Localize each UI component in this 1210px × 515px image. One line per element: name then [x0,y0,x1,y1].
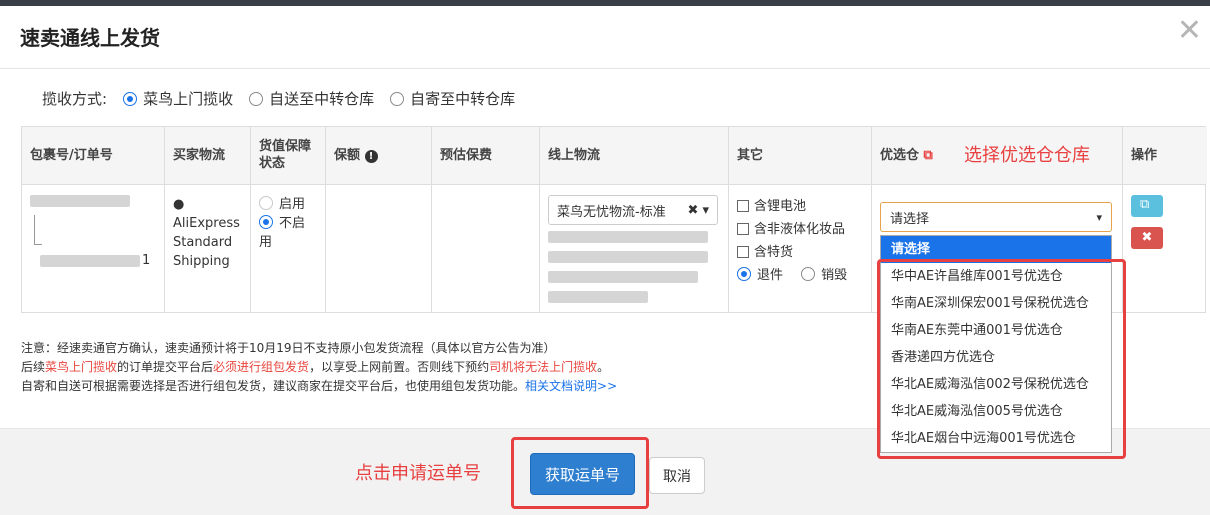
radio-icon[interactable] [259,196,273,210]
cell-other: 含锂电池 含非液体化妆品 含特货 退件 销毁 [729,185,872,313]
notice-text: 注意：经速卖通官方确认，速卖通预计将于10月19日不支持原小包发货流程（具体以官… [21,341,618,393]
col-buyer: 买家物流 [165,127,251,184]
dialog: 速卖通线上发货 ✕ 揽收方式: 菜鸟上门揽收 自送至中转仓库 自寄至中转仓库 包… [0,6,1210,515]
radio-cainiao-pickup[interactable]: 菜鸟上门揽收 [123,88,233,109]
radio-selected-icon[interactable] [259,215,273,229]
radio-self-mail[interactable]: 自寄至中转仓库 [390,88,515,109]
checkbox-icon[interactable] [737,200,749,212]
radio-return[interactable]: 退件 [737,267,783,283]
radio-icon[interactable] [249,91,264,106]
order-id-suffix: 1 [142,253,151,268]
copy-icon: ⧉ [1140,197,1150,212]
checkbox-icon[interactable] [737,223,749,235]
close-icon[interactable]: ✕ [1177,16,1202,46]
info-icon[interactable]: ! [364,150,378,163]
buyer-logistics: AliExpress Standard Shipping [173,216,240,269]
blurred-text [548,251,708,263]
cell-ops: ⧉ ✖ [1123,185,1207,313]
checkbox-cosmetics[interactable]: 含非液体化妆品 [737,222,845,237]
radio-selected-icon[interactable] [123,91,138,106]
cell-logistics: 菜鸟无忧物流-标准 ✖ ▾ [540,185,729,313]
cell-insured [326,185,432,313]
radio-self-deliver[interactable]: 自送至中转仓库 [249,88,374,109]
radio-icon[interactable] [390,91,405,106]
checkbox-special[interactable]: 含特货 [737,245,793,260]
header-divider [0,68,1210,69]
annotation-choose-warehouse: 选择优选仓仓库 [964,145,1090,166]
tree-line [34,215,42,245]
user-icon: ● [173,197,185,212]
checkbox-icon[interactable] [737,246,749,258]
cell-buyer: ● AliExpress Standard Shipping [165,185,251,313]
get-tracking-number-button[interactable]: 获取运单号 [530,453,635,495]
checkbox-lithium[interactable]: 含锂电池 [737,199,806,214]
col-insured: 保额 ! [326,127,432,184]
cell-package: 1 [22,185,165,313]
copy-icon[interactable]: ⧉ [924,148,933,163]
annotation-highlight-box [877,259,1126,459]
col-package: 包裹号/订单号 [22,127,165,184]
radio-disable[interactable]: 不启用 [259,215,305,250]
cell-est-fee [432,185,540,313]
blurred-package-id [30,195,130,207]
clear-icon[interactable]: ✖ ▾ [687,203,709,218]
logistics-select[interactable]: 菜鸟无忧物流-标准 ✖ ▾ [548,195,718,225]
radio-enable[interactable]: 启用 [259,196,305,212]
docs-link[interactable]: 相关文档说明>> [525,379,617,393]
col-other: 其它 [729,127,872,184]
delete-row-button[interactable]: ✖ [1131,227,1163,249]
warehouse-select[interactable]: 请选择 ▾ [880,202,1112,232]
close-icon: ✖ [1141,230,1153,245]
pickup-method: 揽收方式: 菜鸟上门揽收 自送至中转仓库 自寄至中转仓库 [42,88,515,109]
col-est-fee: 预估保费 [432,127,540,184]
pickup-label: 揽收方式: [42,90,108,108]
radio-selected-icon[interactable] [737,267,751,281]
radio-label: 自送至中转仓库 [269,90,375,108]
dialog-title: 速卖通线上发货 [20,26,160,50]
radio-label: 菜鸟上门揽收 [143,90,234,108]
col-ops: 操作 [1123,127,1207,184]
radio-destroy[interactable]: 销毁 [801,267,847,283]
radio-icon[interactable] [801,267,816,281]
col-online-logistics: 线上物流 [540,127,729,184]
blurred-text [548,231,708,243]
copy-row-button[interactable]: ⧉ [1131,195,1163,217]
radio-label: 自寄至中转仓库 [410,90,516,108]
cell-value-protect: 启用 不启用 [251,185,326,313]
blurred-order-id [40,254,140,267]
col-value-protect: 货值保障状态 [251,127,326,184]
blurred-text [548,271,698,283]
blurred-text [548,291,648,303]
annotation-click-apply: 点击申请运单号 [355,463,481,484]
cancel-button[interactable]: 取消 [649,457,705,494]
chevron-down-icon: ▾ [1096,210,1102,224]
